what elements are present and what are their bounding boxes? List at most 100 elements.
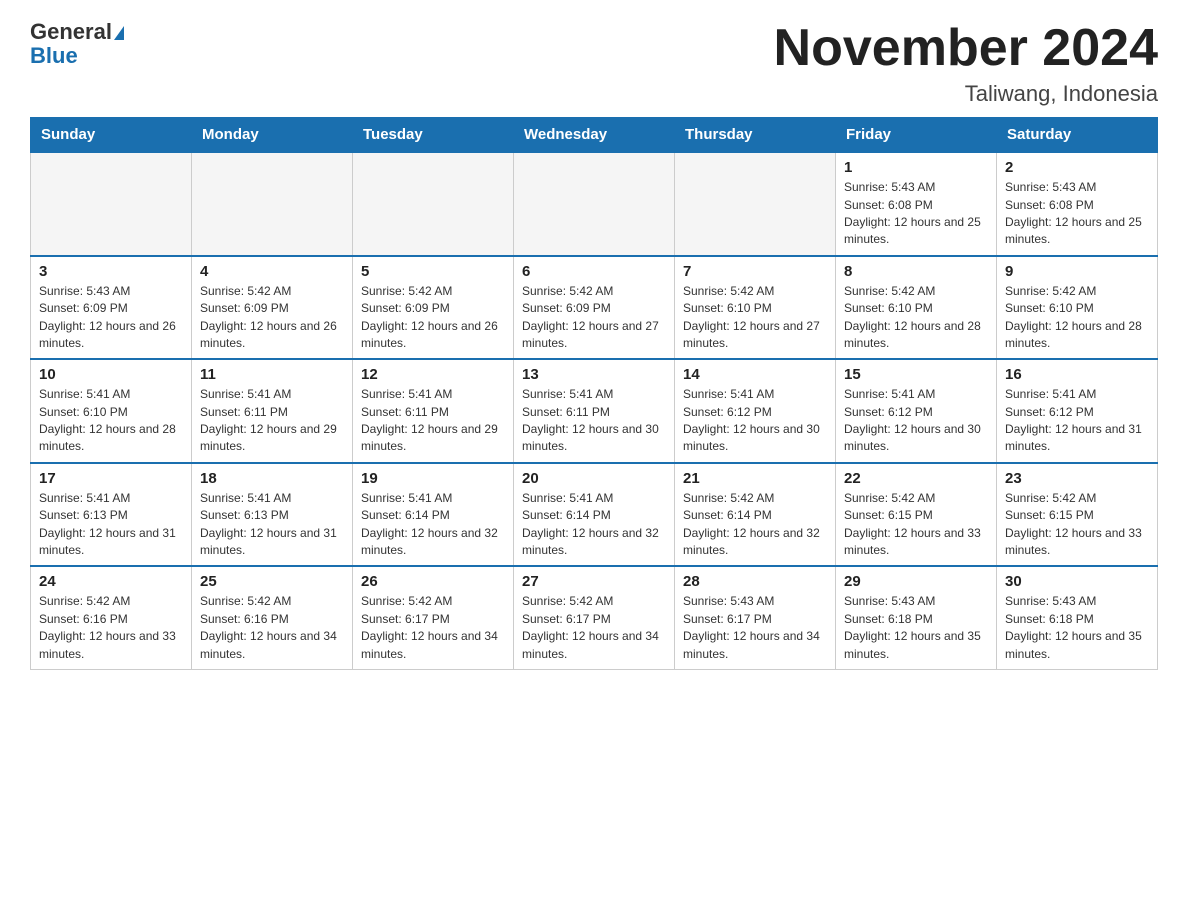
- day-number: 1: [844, 159, 988, 176]
- day-cell: 10 Sunrise: 5:41 AMSunset: 6:10 PMDayligh…: [31, 359, 192, 463]
- day-info: Sunrise: 5:42 AMSunset: 6:15 PMDaylight:…: [1005, 490, 1149, 560]
- day-info: Sunrise: 5:42 AMSunset: 6:16 PMDaylight:…: [200, 593, 344, 663]
- day-info: Sunrise: 5:43 AMSunset: 6:17 PMDaylight:…: [683, 593, 827, 663]
- day-cell: 23 Sunrise: 5:42 AMSunset: 6:15 PMDayligh…: [997, 463, 1158, 567]
- day-number: 17: [39, 470, 183, 487]
- day-cell: 4 Sunrise: 5:42 AMSunset: 6:09 PMDaylight…: [192, 256, 353, 360]
- day-number: 20: [522, 470, 666, 487]
- day-cell: 5Sunrise: 5:42 AMSunset: 6:09 PMDaylight…: [353, 256, 514, 360]
- day-info: Sunrise: 5:42 AMSunset: 6:09 PMDaylight:…: [361, 283, 505, 353]
- weekday-row: SundayMondayTuesdayWednesdayThursdayFrid…: [31, 118, 1158, 153]
- logo-triangle-icon: [114, 26, 124, 40]
- day-info: Sunrise: 5:42 AMSunset: 6:15 PMDaylight:…: [844, 490, 988, 560]
- day-number: 7: [683, 263, 827, 280]
- day-info: Sunrise: 5:42 AMSunset: 6:09 PMDaylight:…: [200, 283, 344, 353]
- day-info: Sunrise: 5:41 AMSunset: 6:14 PMDaylight:…: [361, 490, 505, 560]
- day-cell: 15 Sunrise: 5:41 AMSunset: 6:12 PMDayligh…: [836, 359, 997, 463]
- day-info: Sunrise: 5:41 AMSunset: 6:13 PMDaylight:…: [39, 490, 183, 560]
- day-number: 21: [683, 470, 827, 487]
- calendar-header: SundayMondayTuesdayWednesdayThursdayFrid…: [31, 118, 1158, 153]
- day-info: Sunrise: 5:42 AMSunset: 6:14 PMDaylight:…: [683, 490, 827, 560]
- day-info: Sunrise: 5:41 AMSunset: 6:12 PMDaylight:…: [844, 386, 988, 456]
- logo-blue-text: Blue: [30, 44, 124, 68]
- day-cell: 18Sunrise: 5:41 AMSunset: 6:13 PMDayligh…: [192, 463, 353, 567]
- day-cell: 16 Sunrise: 5:41 AMSunset: 6:12 PMDayligh…: [997, 359, 1158, 463]
- day-info: Sunrise: 5:43 AMSunset: 6:08 PMDaylight:…: [844, 179, 988, 249]
- day-cell: 11 Sunrise: 5:41 AMSunset: 6:11 PMDayligh…: [192, 359, 353, 463]
- day-info: Sunrise: 5:41 AMSunset: 6:11 PMDaylight:…: [200, 386, 344, 456]
- day-cell: 21 Sunrise: 5:42 AMSunset: 6:14 PMDayligh…: [675, 463, 836, 567]
- day-cell: [675, 152, 836, 256]
- day-cell: [31, 152, 192, 256]
- week-row-2: 3Sunrise: 5:43 AMSunset: 6:09 PMDaylight…: [31, 256, 1158, 360]
- week-row-1: 1 Sunrise: 5:43 AMSunset: 6:08 PMDaylight…: [31, 152, 1158, 256]
- day-cell: 2Sunrise: 5:43 AMSunset: 6:08 PMDaylight…: [997, 152, 1158, 256]
- day-info: Sunrise: 5:41 AMSunset: 6:14 PMDaylight:…: [522, 490, 666, 560]
- day-cell: 12Sunrise: 5:41 AMSunset: 6:11 PMDayligh…: [353, 359, 514, 463]
- day-cell: 29 Sunrise: 5:43 AMSunset: 6:18 PMDayligh…: [836, 566, 997, 669]
- calendar-title: November 2024: [774, 20, 1158, 77]
- day-info: Sunrise: 5:41 AMSunset: 6:12 PMDaylight:…: [1005, 386, 1149, 456]
- day-info: Sunrise: 5:43 AMSunset: 6:18 PMDaylight:…: [844, 593, 988, 663]
- weekday-header-friday: Friday: [836, 118, 997, 153]
- page-header: General Blue November 2024 Taliwang, Ind…: [30, 20, 1158, 107]
- day-info: Sunrise: 5:42 AMSunset: 6:17 PMDaylight:…: [522, 593, 666, 663]
- day-cell: [514, 152, 675, 256]
- day-info: Sunrise: 5:42 AMSunset: 6:10 PMDaylight:…: [683, 283, 827, 353]
- day-cell: 3Sunrise: 5:43 AMSunset: 6:09 PMDaylight…: [31, 256, 192, 360]
- day-cell: 24Sunrise: 5:42 AMSunset: 6:16 PMDayligh…: [31, 566, 192, 669]
- day-info: Sunrise: 5:41 AMSunset: 6:11 PMDaylight:…: [522, 386, 666, 456]
- day-cell: 8Sunrise: 5:42 AMSunset: 6:10 PMDaylight…: [836, 256, 997, 360]
- day-number: 14: [683, 366, 827, 383]
- day-info: Sunrise: 5:42 AMSunset: 6:10 PMDaylight:…: [1005, 283, 1149, 353]
- day-cell: 7 Sunrise: 5:42 AMSunset: 6:10 PMDaylight…: [675, 256, 836, 360]
- day-info: Sunrise: 5:41 AMSunset: 6:10 PMDaylight:…: [39, 386, 183, 456]
- week-row-4: 17 Sunrise: 5:41 AMSunset: 6:13 PMDayligh…: [31, 463, 1158, 567]
- day-info: Sunrise: 5:41 AMSunset: 6:12 PMDaylight:…: [683, 386, 827, 456]
- calendar-body: 1 Sunrise: 5:43 AMSunset: 6:08 PMDaylight…: [31, 152, 1158, 669]
- day-number: 25: [200, 573, 344, 590]
- weekday-header-saturday: Saturday: [997, 118, 1158, 153]
- day-number: 26: [361, 573, 505, 590]
- day-cell: 25 Sunrise: 5:42 AMSunset: 6:16 PMDayligh…: [192, 566, 353, 669]
- day-cell: 17 Sunrise: 5:41 AMSunset: 6:13 PMDayligh…: [31, 463, 192, 567]
- day-number: 16: [1005, 366, 1149, 383]
- day-cell: 20 Sunrise: 5:41 AMSunset: 6:14 PMDayligh…: [514, 463, 675, 567]
- day-cell: 22 Sunrise: 5:42 AMSunset: 6:15 PMDayligh…: [836, 463, 997, 567]
- day-cell: 28 Sunrise: 5:43 AMSunset: 6:17 PMDayligh…: [675, 566, 836, 669]
- weekday-header-monday: Monday: [192, 118, 353, 153]
- day-number: 30: [1005, 573, 1149, 590]
- day-number: 22: [844, 470, 988, 487]
- day-cell: [353, 152, 514, 256]
- day-cell: 6Sunrise: 5:42 AMSunset: 6:09 PMDaylight…: [514, 256, 675, 360]
- logo: General Blue: [30, 20, 124, 68]
- week-row-5: 24Sunrise: 5:42 AMSunset: 6:16 PMDayligh…: [31, 566, 1158, 669]
- day-cell: 13 Sunrise: 5:41 AMSunset: 6:11 PMDayligh…: [514, 359, 675, 463]
- day-cell: [192, 152, 353, 256]
- logo-general-text: General: [30, 19, 112, 44]
- weekday-header-sunday: Sunday: [31, 118, 192, 153]
- day-info: Sunrise: 5:43 AMSunset: 6:08 PMDaylight:…: [1005, 179, 1149, 249]
- weekday-header-thursday: Thursday: [675, 118, 836, 153]
- day-number: 29: [844, 573, 988, 590]
- day-cell: 30 Sunrise: 5:43 AMSunset: 6:18 PMDayligh…: [997, 566, 1158, 669]
- day-number: 4: [200, 263, 344, 280]
- day-number: 3: [39, 263, 183, 280]
- day-number: 13: [522, 366, 666, 383]
- title-block: November 2024 Taliwang, Indonesia: [774, 20, 1158, 107]
- day-number: 18: [200, 470, 344, 487]
- day-info: Sunrise: 5:42 AMSunset: 6:17 PMDaylight:…: [361, 593, 505, 663]
- day-number: 27: [522, 573, 666, 590]
- day-number: 10: [39, 366, 183, 383]
- day-number: 11: [200, 366, 344, 383]
- day-info: Sunrise: 5:42 AMSunset: 6:16 PMDaylight:…: [39, 593, 183, 663]
- day-cell: 14 Sunrise: 5:41 AMSunset: 6:12 PMDayligh…: [675, 359, 836, 463]
- day-number: 28: [683, 573, 827, 590]
- day-info: Sunrise: 5:43 AMSunset: 6:18 PMDaylight:…: [1005, 593, 1149, 663]
- weekday-header-wednesday: Wednesday: [514, 118, 675, 153]
- day-number: 12: [361, 366, 505, 383]
- day-info: Sunrise: 5:42 AMSunset: 6:09 PMDaylight:…: [522, 283, 666, 353]
- weekday-header-tuesday: Tuesday: [353, 118, 514, 153]
- day-number: 23: [1005, 470, 1149, 487]
- day-number: 15: [844, 366, 988, 383]
